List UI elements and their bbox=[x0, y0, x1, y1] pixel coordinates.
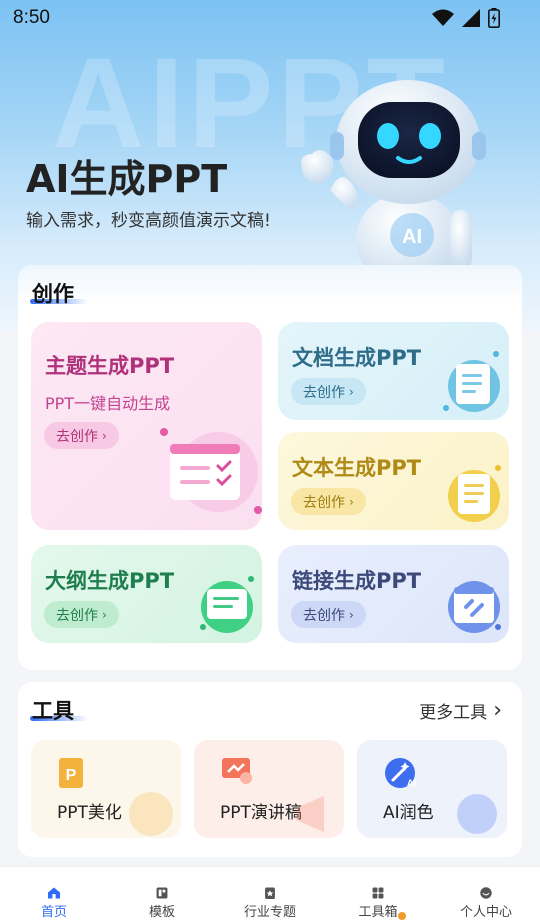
nav-item-industry[interactable]: 行业专题 bbox=[216, 867, 324, 920]
feature-title: 文本生成PPT bbox=[292, 456, 422, 480]
feature-title: 大纲生成PPT bbox=[45, 569, 175, 593]
feature-doc-ppt[interactable]: 文档生成PPT 去创作 › bbox=[278, 322, 509, 420]
checklist-icon bbox=[160, 428, 262, 514]
button-label: 去创作 bbox=[56, 428, 98, 445]
link-icon bbox=[448, 581, 501, 633]
notification-dot bbox=[398, 912, 406, 920]
megaphone-watermark-icon bbox=[296, 796, 324, 832]
button-label: 去创作 bbox=[56, 607, 98, 624]
start-create-button[interactable]: 去创作 › bbox=[291, 488, 366, 515]
home-icon bbox=[48, 887, 60, 899]
bottom-nav: 首页 模板 行业专题 工具箱 个人中心 bbox=[0, 866, 540, 920]
chevron-right-icon: › bbox=[349, 494, 354, 509]
chevron-right-icon: › bbox=[102, 607, 107, 622]
smiley-icon bbox=[480, 887, 492, 899]
nav-item-home[interactable]: 首页 bbox=[0, 867, 108, 920]
svg-text:AI: AI bbox=[407, 778, 416, 788]
document-icon bbox=[443, 351, 500, 412]
outline-board-icon bbox=[200, 576, 254, 633]
more-tools-link[interactable]: 更多工具 › bbox=[419, 698, 502, 723]
button-label: 去创作 bbox=[303, 607, 345, 624]
nav-label: 首页 bbox=[40, 905, 67, 920]
feature-link-ppt[interactable]: 链接生成PPT 去创作 › bbox=[278, 545, 509, 643]
nav-label: 个人中心 bbox=[459, 905, 512, 920]
ppt-watermark-icon bbox=[129, 792, 173, 836]
tool-label: AI润色 bbox=[383, 803, 434, 823]
chevron-right-icon: › bbox=[349, 607, 354, 622]
hero-subtitle: 输入需求，秒变高颜值演示文稿! bbox=[26, 211, 271, 231]
status-time: 8:50 bbox=[13, 7, 50, 28]
section-title-tools: 工具 bbox=[32, 699, 74, 723]
section-title-create: 创作 bbox=[32, 282, 74, 306]
ppt-icon: P bbox=[59, 758, 83, 788]
tool-ppt-beautify[interactable]: P PPT美化 bbox=[31, 740, 181, 838]
feature-topic-ppt[interactable]: 主题生成PPT PPT一键自动生成 去创作 › bbox=[31, 322, 262, 530]
chevron-right-icon: › bbox=[493, 698, 502, 723]
tool-ppt-speech[interactable]: PPT演讲稿 bbox=[194, 740, 344, 838]
wifi-icon bbox=[432, 9, 454, 26]
grid-icon bbox=[372, 887, 384, 899]
chevron-right-icon: › bbox=[349, 384, 354, 399]
start-create-button[interactable]: 去创作 › bbox=[44, 422, 119, 449]
robot-badge: AI bbox=[402, 226, 422, 248]
chevron-right-icon: › bbox=[102, 428, 107, 443]
battery-icon bbox=[488, 8, 500, 28]
nav-item-templates[interactable]: 模板 bbox=[108, 867, 216, 920]
feature-title: 主题生成PPT bbox=[45, 354, 175, 378]
feature-text-ppt[interactable]: 文本生成PPT 去创作 › bbox=[278, 432, 509, 530]
status-icons bbox=[432, 8, 500, 28]
start-create-button[interactable]: 去创作 › bbox=[291, 601, 366, 628]
status-bar: 8:50 bbox=[0, 0, 540, 36]
card-fade bbox=[18, 265, 522, 305]
nav-item-toolbox[interactable]: 工具箱 bbox=[324, 867, 432, 920]
feature-title: 链接生成PPT bbox=[292, 569, 422, 593]
nav-item-profile[interactable]: 个人中心 bbox=[432, 867, 540, 920]
tool-label: PPT美化 bbox=[57, 803, 122, 823]
tools-section: 工具 更多工具 › P PPT美化 PPT演讲稿 AI AI润色 bbox=[18, 682, 522, 857]
hero-title: AI生成PPT bbox=[26, 157, 228, 201]
signal-icon bbox=[462, 9, 480, 27]
wand-watermark-icon bbox=[457, 794, 497, 834]
magic-wand-icon: AI bbox=[385, 758, 416, 788]
button-label: 去创作 bbox=[303, 384, 345, 401]
more-tools-label: 更多工具 bbox=[419, 703, 488, 723]
start-create-button[interactable]: 去创作 › bbox=[44, 601, 119, 628]
nav-label: 行业专题 bbox=[243, 905, 296, 920]
template-icon bbox=[156, 887, 168, 899]
button-label: 去创作 bbox=[303, 494, 345, 511]
bookmark-icon bbox=[265, 887, 275, 899]
feature-outline-ppt[interactable]: 大纲生成PPT 去创作 › bbox=[31, 545, 262, 643]
start-create-button[interactable]: 去创作 › bbox=[291, 378, 366, 405]
svg-text:P: P bbox=[66, 767, 77, 784]
presentation-icon bbox=[222, 758, 252, 784]
nav-label: 工具箱 bbox=[358, 905, 398, 920]
feature-subtitle: PPT一键自动生成 bbox=[45, 394, 171, 413]
create-section: 创作 主题生成PPT PPT一键自动生成 去创作 › 文档生成PPT 去创作 › bbox=[18, 265, 522, 670]
nav-label: 模板 bbox=[148, 905, 175, 920]
tool-ai-polish[interactable]: AI AI润色 bbox=[357, 740, 507, 838]
feature-title: 文档生成PPT bbox=[292, 346, 422, 370]
text-file-icon bbox=[448, 465, 501, 522]
